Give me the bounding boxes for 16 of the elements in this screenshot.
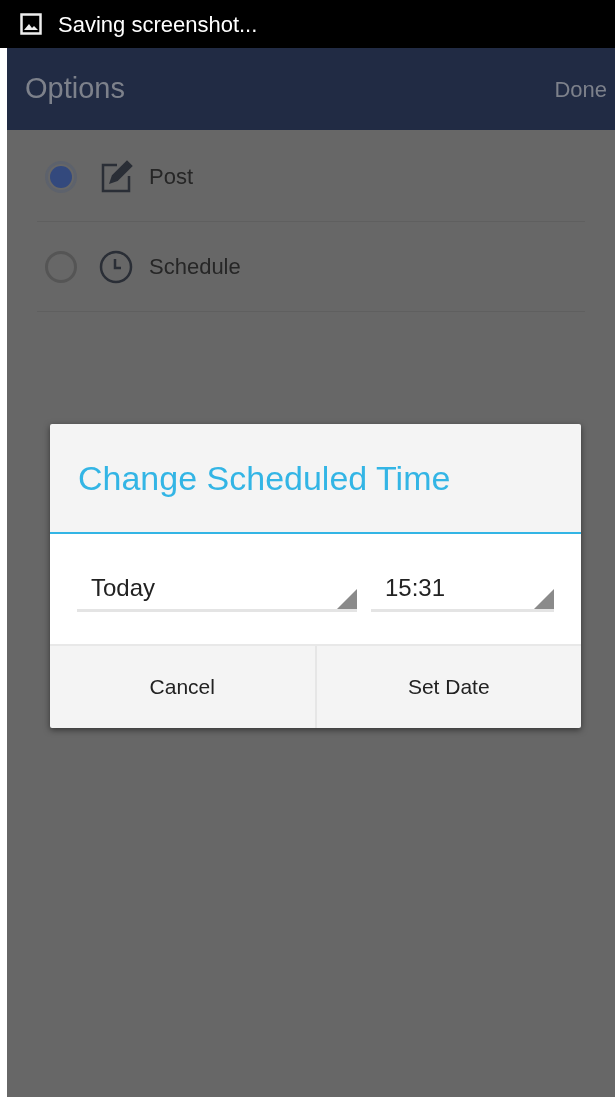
notification-text: Saving screenshot...: [58, 10, 258, 39]
clock-icon: [99, 249, 133, 284]
dialog-title: Change Scheduled Time: [78, 457, 451, 499]
dropdown-spinner[interactable]: 15:31: [371, 566, 554, 612]
option-label: Schedule: [149, 253, 241, 281]
image-icon: [20, 13, 42, 35]
done-button[interactable]: Done: [554, 72, 607, 106]
dropdown-spinner[interactable]: Today: [77, 566, 357, 612]
corner-triangle-icon: [337, 589, 357, 609]
action-bar-title: Options: [25, 71, 125, 107]
dialog-button[interactable]: Set Date: [314, 646, 581, 728]
dialog-button[interactable]: Cancel: [50, 646, 315, 728]
corner-triangle-icon: [534, 589, 554, 609]
option-label: Post: [149, 163, 194, 191]
edit-icon: [99, 159, 133, 194]
radio-button[interactable]: [45, 160, 77, 193]
